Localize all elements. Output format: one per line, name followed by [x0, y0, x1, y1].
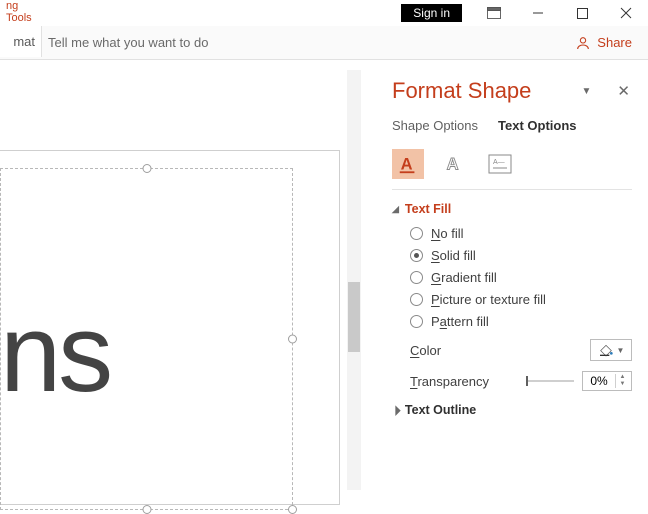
- radio-icon: [410, 249, 423, 262]
- section-text-fill-label: Text Fill: [405, 202, 451, 216]
- collapse-triangle-icon: ◢: [392, 204, 399, 215]
- tab-format[interactable]: mat: [0, 26, 42, 57]
- textbox-icon[interactable]: A—: [484, 149, 516, 179]
- resize-handle-bottom[interactable]: [142, 505, 151, 514]
- svg-text:A: A: [401, 156, 413, 174]
- drawing-tools-label: ng Tools: [0, 0, 42, 24]
- pane-options-dropdown[interactable]: ▼: [582, 86, 592, 97]
- resize-handle-top[interactable]: [142, 164, 151, 173]
- color-picker-button[interactable]: ▼: [590, 339, 632, 361]
- svg-text:A: A: [447, 156, 459, 174]
- paint-bucket-icon: [598, 342, 614, 358]
- scrollbar-thumb[interactable]: [348, 282, 360, 352]
- pane-close-button[interactable]: ✕: [617, 82, 630, 100]
- section-text-fill-toggle[interactable]: ◢ Text Fill: [392, 202, 632, 216]
- radio-icon: [410, 227, 423, 240]
- share-person-icon: [575, 35, 591, 51]
- sign-in-button[interactable]: Sign in: [401, 4, 462, 22]
- spinner-up[interactable]: ▲: [620, 374, 626, 381]
- svg-text:A—: A—: [493, 159, 505, 166]
- radio-picture-fill[interactable]: Picture or texture fill: [410, 292, 632, 307]
- text-fill-outline-icon[interactable]: A: [392, 149, 424, 179]
- radio-icon: [410, 315, 423, 328]
- color-label: Color: [410, 343, 518, 358]
- close-button[interactable]: [604, 0, 648, 26]
- share-label: Share: [597, 35, 632, 50]
- radio-icon: [410, 271, 423, 284]
- transparency-input[interactable]: [583, 374, 615, 388]
- tab-shape-options[interactable]: Shape Options: [392, 118, 478, 135]
- format-shape-pane: Format Shape ▼ ✕ Shape Options Text Opti…: [374, 60, 648, 500]
- spinner-down[interactable]: ▼: [620, 381, 626, 388]
- radio-no-fill[interactable]: No fill: [410, 226, 632, 241]
- transparency-label: Transparency: [410, 374, 518, 389]
- slide-canvas-area[interactable]: ▲ ns: [0, 60, 361, 500]
- resize-handle-right[interactable]: [288, 335, 297, 344]
- radio-gradient-fill[interactable]: Gradient fill: [410, 270, 632, 285]
- radio-pattern-fill[interactable]: Pattern fill: [410, 314, 632, 329]
- vertical-scrollbar[interactable]: [347, 70, 361, 490]
- minimize-button[interactable]: [516, 0, 560, 26]
- textbox-content[interactable]: ns: [0, 290, 110, 417]
- resize-handle-bottom-right[interactable]: [288, 505, 297, 514]
- transparency-spinner[interactable]: ▲▼: [582, 371, 632, 391]
- expand-triangle-icon: ◢: [389, 404, 402, 417]
- slider-knob[interactable]: [526, 376, 528, 386]
- maximize-button[interactable]: [560, 0, 604, 26]
- radio-icon: [410, 293, 423, 306]
- tell-me-placeholder: Tell me what you want to do: [48, 35, 208, 50]
- section-text-outline-label: Text Outline: [405, 403, 476, 417]
- share-button[interactable]: Share: [575, 35, 632, 51]
- transparency-slider[interactable]: [526, 380, 574, 382]
- text-effects-icon[interactable]: A: [438, 149, 470, 179]
- tell-me-search[interactable]: Tell me what you want to do: [18, 34, 208, 52]
- section-text-outline-toggle[interactable]: ◢ Text Outline: [392, 403, 632, 417]
- tab-text-options[interactable]: Text Options: [498, 118, 576, 135]
- radio-solid-fill[interactable]: Solid fill: [410, 248, 632, 263]
- chevron-down-icon: ▼: [617, 346, 625, 355]
- ribbon-display-options[interactable]: [472, 0, 516, 26]
